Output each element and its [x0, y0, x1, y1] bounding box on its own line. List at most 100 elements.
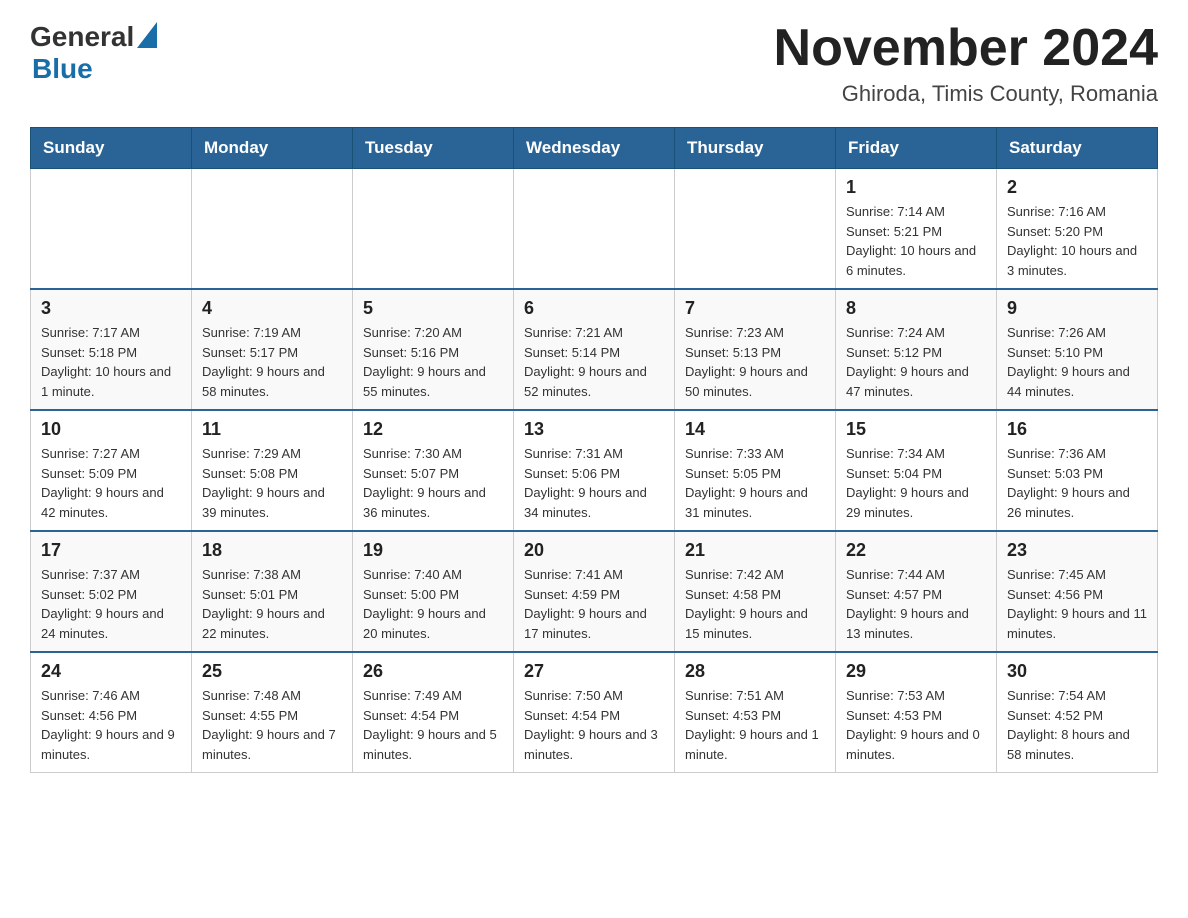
calendar-week-row: 17Sunrise: 7:37 AM Sunset: 5:02 PM Dayli…	[31, 531, 1158, 652]
day-info: Sunrise: 7:16 AM Sunset: 5:20 PM Dayligh…	[1007, 202, 1147, 280]
day-info: Sunrise: 7:54 AM Sunset: 4:52 PM Dayligh…	[1007, 686, 1147, 764]
calendar-cell: 10 Sunrise: 7:27 AM Sunset: 5:09 PM Dayli…	[31, 410, 192, 531]
calendar-cell: 4 Sunrise: 7:19 AM Sunset: 5:17 PM Daylig…	[192, 289, 353, 410]
day-number: 2	[1007, 177, 1147, 198]
day-info: Sunrise: 7:29 AM Sunset: 5:08 PM Dayligh…	[202, 444, 342, 522]
calendar-cell	[514, 169, 675, 290]
calendar-cell: 7 Sunrise: 7:23 AM Sunset: 5:13 PM Daylig…	[675, 289, 836, 410]
calendar-cell: 5 Sunrise: 7:20 AM Sunset: 5:16 PM Daylig…	[353, 289, 514, 410]
calendar-cell: 16Sunrise: 7:36 AM Sunset: 5:03 PM Dayli…	[997, 410, 1158, 531]
calendar-cell: 21Sunrise: 7:42 AM Sunset: 4:58 PM Dayli…	[675, 531, 836, 652]
weekday-header-friday: Friday	[836, 128, 997, 169]
calendar-cell: 3 Sunrise: 7:17 AM Sunset: 5:18 PM Daylig…	[31, 289, 192, 410]
day-number: 14	[685, 419, 825, 440]
weekday-header-monday: Monday	[192, 128, 353, 169]
day-number: 20	[524, 540, 664, 561]
day-info: Sunrise: 7:48 AM Sunset: 4:55 PM Dayligh…	[202, 686, 342, 764]
calendar-cell	[192, 169, 353, 290]
calendar-cell: 6Sunrise: 7:21 AM Sunset: 5:14 PM Daylig…	[514, 289, 675, 410]
day-info: Sunrise: 7:26 AM Sunset: 5:10 PM Dayligh…	[1007, 323, 1147, 401]
day-number: 25	[202, 661, 342, 682]
day-info: Sunrise: 7:51 AM Sunset: 4:53 PM Dayligh…	[685, 686, 825, 764]
calendar-cell: 29 Sunrise: 7:53 AM Sunset: 4:53 PM Dayli…	[836, 652, 997, 773]
logo-triangle-icon	[137, 22, 157, 48]
calendar-cell: 11 Sunrise: 7:29 AM Sunset: 5:08 PM Dayli…	[192, 410, 353, 531]
day-info: Sunrise: 7:23 AM Sunset: 5:13 PM Dayligh…	[685, 323, 825, 401]
day-info: Sunrise: 7:49 AM Sunset: 4:54 PM Dayligh…	[363, 686, 503, 764]
calendar-cell: 18 Sunrise: 7:38 AM Sunset: 5:01 PM Dayli…	[192, 531, 353, 652]
calendar-week-row: 24 Sunrise: 7:46 AM Sunset: 4:56 PM Dayli…	[31, 652, 1158, 773]
day-number: 10	[41, 419, 181, 440]
weekday-header-sunday: Sunday	[31, 128, 192, 169]
logo-general-text: General	[30, 21, 134, 53]
weekday-header-tuesday: Tuesday	[353, 128, 514, 169]
calendar-cell: 15Sunrise: 7:34 AM Sunset: 5:04 PM Dayli…	[836, 410, 997, 531]
day-number: 13	[524, 419, 664, 440]
day-number: 8	[846, 298, 986, 319]
calendar-week-row: 10 Sunrise: 7:27 AM Sunset: 5:09 PM Dayli…	[31, 410, 1158, 531]
calendar-cell: 2 Sunrise: 7:16 AM Sunset: 5:20 PM Daylig…	[997, 169, 1158, 290]
day-info: Sunrise: 7:24 AM Sunset: 5:12 PM Dayligh…	[846, 323, 986, 401]
day-number: 18	[202, 540, 342, 561]
day-number: 28	[685, 661, 825, 682]
day-info: Sunrise: 7:41 AM Sunset: 4:59 PM Dayligh…	[524, 565, 664, 643]
logo-blue-text: Blue	[32, 53, 93, 84]
day-number: 12	[363, 419, 503, 440]
day-number: 21	[685, 540, 825, 561]
day-info: Sunrise: 7:50 AM Sunset: 4:54 PM Dayligh…	[524, 686, 664, 764]
day-number: 1	[846, 177, 986, 198]
day-info: Sunrise: 7:44 AM Sunset: 4:57 PM Dayligh…	[846, 565, 986, 643]
day-number: 30	[1007, 661, 1147, 682]
calendar-cell: 12 Sunrise: 7:30 AM Sunset: 5:07 PM Dayli…	[353, 410, 514, 531]
day-number: 17	[41, 540, 181, 561]
day-info: Sunrise: 7:40 AM Sunset: 5:00 PM Dayligh…	[363, 565, 503, 643]
calendar-week-row: 3 Sunrise: 7:17 AM Sunset: 5:18 PM Daylig…	[31, 289, 1158, 410]
day-number: 26	[363, 661, 503, 682]
day-number: 24	[41, 661, 181, 682]
calendar-cell: 1 Sunrise: 7:14 AM Sunset: 5:21 PM Daylig…	[836, 169, 997, 290]
day-info: Sunrise: 7:36 AM Sunset: 5:03 PM Dayligh…	[1007, 444, 1147, 522]
calendar-cell: 24 Sunrise: 7:46 AM Sunset: 4:56 PM Dayli…	[31, 652, 192, 773]
calendar-cell: 30 Sunrise: 7:54 AM Sunset: 4:52 PM Dayli…	[997, 652, 1158, 773]
weekday-header-wednesday: Wednesday	[514, 128, 675, 169]
day-info: Sunrise: 7:45 AM Sunset: 4:56 PM Dayligh…	[1007, 565, 1147, 643]
calendar-cell: 8 Sunrise: 7:24 AM Sunset: 5:12 PM Daylig…	[836, 289, 997, 410]
location-text: Ghiroda, Timis County, Romania	[774, 81, 1158, 107]
day-number: 23	[1007, 540, 1147, 561]
calendar-cell: 9 Sunrise: 7:26 AM Sunset: 5:10 PM Daylig…	[997, 289, 1158, 410]
day-info: Sunrise: 7:27 AM Sunset: 5:09 PM Dayligh…	[41, 444, 181, 522]
calendar-cell: 26 Sunrise: 7:49 AM Sunset: 4:54 PM Dayli…	[353, 652, 514, 773]
day-info: Sunrise: 7:30 AM Sunset: 5:07 PM Dayligh…	[363, 444, 503, 522]
day-info: Sunrise: 7:34 AM Sunset: 5:04 PM Dayligh…	[846, 444, 986, 522]
day-number: 11	[202, 419, 342, 440]
day-info: Sunrise: 7:21 AM Sunset: 5:14 PM Dayligh…	[524, 323, 664, 401]
day-info: Sunrise: 7:38 AM Sunset: 5:01 PM Dayligh…	[202, 565, 342, 643]
day-info: Sunrise: 7:20 AM Sunset: 5:16 PM Dayligh…	[363, 323, 503, 401]
day-info: Sunrise: 7:19 AM Sunset: 5:17 PM Dayligh…	[202, 323, 342, 401]
calendar-cell	[675, 169, 836, 290]
day-info: Sunrise: 7:33 AM Sunset: 5:05 PM Dayligh…	[685, 444, 825, 522]
calendar-cell: 22Sunrise: 7:44 AM Sunset: 4:57 PM Dayli…	[836, 531, 997, 652]
day-number: 9	[1007, 298, 1147, 319]
calendar-cell: 14 Sunrise: 7:33 AM Sunset: 5:05 PM Dayli…	[675, 410, 836, 531]
calendar-cell	[31, 169, 192, 290]
day-info: Sunrise: 7:14 AM Sunset: 5:21 PM Dayligh…	[846, 202, 986, 280]
day-info: Sunrise: 7:46 AM Sunset: 4:56 PM Dayligh…	[41, 686, 181, 764]
day-number: 7	[685, 298, 825, 319]
day-number: 4	[202, 298, 342, 319]
calendar-cell: 23 Sunrise: 7:45 AM Sunset: 4:56 PM Dayli…	[997, 531, 1158, 652]
day-info: Sunrise: 7:31 AM Sunset: 5:06 PM Dayligh…	[524, 444, 664, 522]
day-number: 5	[363, 298, 503, 319]
day-info: Sunrise: 7:53 AM Sunset: 4:53 PM Dayligh…	[846, 686, 986, 764]
weekday-header-thursday: Thursday	[675, 128, 836, 169]
calendar-cell	[353, 169, 514, 290]
title-section: November 2024 Ghiroda, Timis County, Rom…	[774, 20, 1158, 107]
calendar-table: SundayMondayTuesdayWednesdayThursdayFrid…	[30, 127, 1158, 773]
calendar-cell: 19Sunrise: 7:40 AM Sunset: 5:00 PM Dayli…	[353, 531, 514, 652]
calendar-cell: 27Sunrise: 7:50 AM Sunset: 4:54 PM Dayli…	[514, 652, 675, 773]
calendar-week-row: 1 Sunrise: 7:14 AM Sunset: 5:21 PM Daylig…	[31, 169, 1158, 290]
day-number: 29	[846, 661, 986, 682]
day-number: 3	[41, 298, 181, 319]
day-info: Sunrise: 7:17 AM Sunset: 5:18 PM Dayligh…	[41, 323, 181, 401]
calendar-cell: 13 Sunrise: 7:31 AM Sunset: 5:06 PM Dayli…	[514, 410, 675, 531]
